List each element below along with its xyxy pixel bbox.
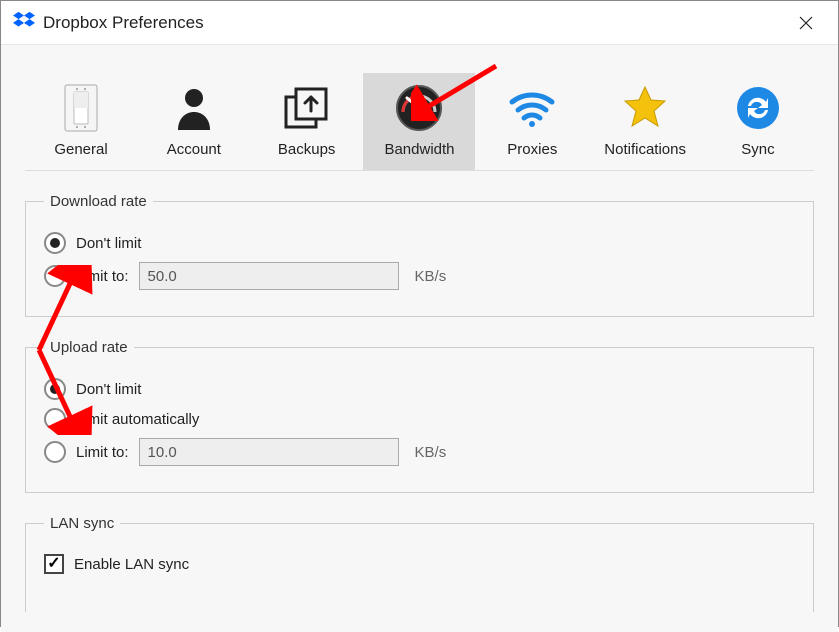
upload-limit-auto-radio[interactable] (44, 408, 66, 430)
content-area: General Account Backups (1, 45, 838, 632)
unit-label: KB/s (415, 268, 447, 285)
close-button[interactable] (786, 8, 826, 38)
option-label: Don't limit (76, 381, 141, 398)
upload-dont-limit-radio[interactable] (44, 378, 66, 400)
titlebar: Dropbox Preferences (1, 1, 838, 45)
tab-label: Proxies (507, 141, 557, 158)
sync-icon (736, 83, 780, 133)
option-label: Limit to: (76, 444, 129, 461)
download-dont-limit-radio[interactable] (44, 232, 66, 254)
tab-label: General (54, 141, 107, 158)
upload-limit-input[interactable] (139, 438, 399, 466)
option-label: Don't limit (76, 235, 141, 252)
tab-sync[interactable]: Sync (702, 73, 814, 170)
window-title: Dropbox Preferences (43, 13, 786, 33)
tab-label: Notifications (604, 141, 686, 158)
option-label: Enable LAN sync (74, 556, 189, 573)
download-rate-group: Download rate Don't limit Limit to: KB/s (25, 193, 814, 317)
gauge-icon (395, 83, 443, 133)
backup-icon (284, 83, 330, 133)
group-legend: Download rate (44, 193, 153, 210)
download-limit-to-radio[interactable] (44, 265, 66, 287)
tab-bandwidth[interactable]: Bandwidth (363, 73, 475, 170)
upload-limit-to-radio[interactable] (44, 441, 66, 463)
tab-label: Account (167, 141, 221, 158)
option-label: Limit automatically (76, 411, 199, 428)
person-icon (174, 83, 214, 133)
tab-label: Sync (741, 141, 774, 158)
tab-account[interactable]: Account (138, 73, 250, 170)
tab-proxies[interactable]: Proxies (476, 73, 588, 170)
unit-label: KB/s (415, 444, 447, 461)
tab-general[interactable]: General (25, 73, 137, 170)
dropbox-logo-icon (13, 10, 35, 35)
wifi-icon (508, 83, 556, 133)
tab-label: Backups (278, 141, 336, 158)
tab-backups[interactable]: Backups (251, 73, 363, 170)
switch-icon (64, 83, 98, 133)
download-limit-input[interactable] (139, 262, 399, 290)
group-legend: LAN sync (44, 515, 120, 532)
upload-rate-group: Upload rate Don't limit Limit automatica… (25, 339, 814, 493)
tabs-bar: General Account Backups (25, 45, 814, 171)
lan-sync-group: LAN sync Enable LAN sync (25, 515, 814, 612)
option-label: Limit to: (76, 268, 129, 285)
tab-notifications[interactable]: Notifications (589, 73, 701, 170)
enable-lan-sync-checkbox[interactable] (44, 554, 64, 574)
group-legend: Upload rate (44, 339, 134, 356)
tab-label: Bandwidth (384, 141, 454, 158)
star-icon (622, 83, 668, 133)
